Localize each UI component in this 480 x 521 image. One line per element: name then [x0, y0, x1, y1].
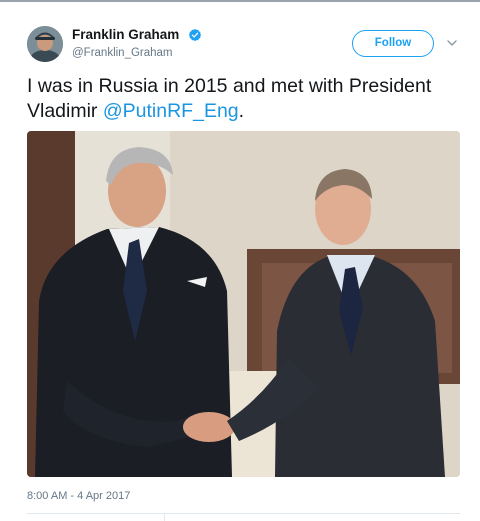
- bottom-divider: [27, 513, 460, 514]
- verified-badge-icon: [188, 28, 201, 41]
- tweet-photo[interactable]: [27, 131, 460, 477]
- author-handle[interactable]: @Franklin_Graham: [72, 47, 202, 59]
- author-names: Franklin Graham @Franklin_Graham: [72, 26, 202, 59]
- chevron-down-icon[interactable]: [446, 37, 458, 49]
- top-divider: [0, 0, 480, 2]
- author-display-name[interactable]: Franklin Graham: [72, 27, 179, 42]
- avatar[interactable]: [27, 26, 63, 62]
- bottom-divider-tick: [164, 513, 165, 521]
- tweet-timestamp[interactable]: 8:00 AM - 4 Apr 2017: [27, 490, 130, 502]
- tweet-header: Franklin Graham @Franklin_Graham Follow: [27, 22, 467, 66]
- tweet-text: I was in Russia in 2015 and met with Pre…: [27, 74, 467, 124]
- tweet-text-suffix: .: [238, 100, 245, 122]
- mention-link[interactable]: @PutinRF_Eng: [103, 100, 239, 122]
- follow-button[interactable]: Follow: [352, 30, 434, 57]
